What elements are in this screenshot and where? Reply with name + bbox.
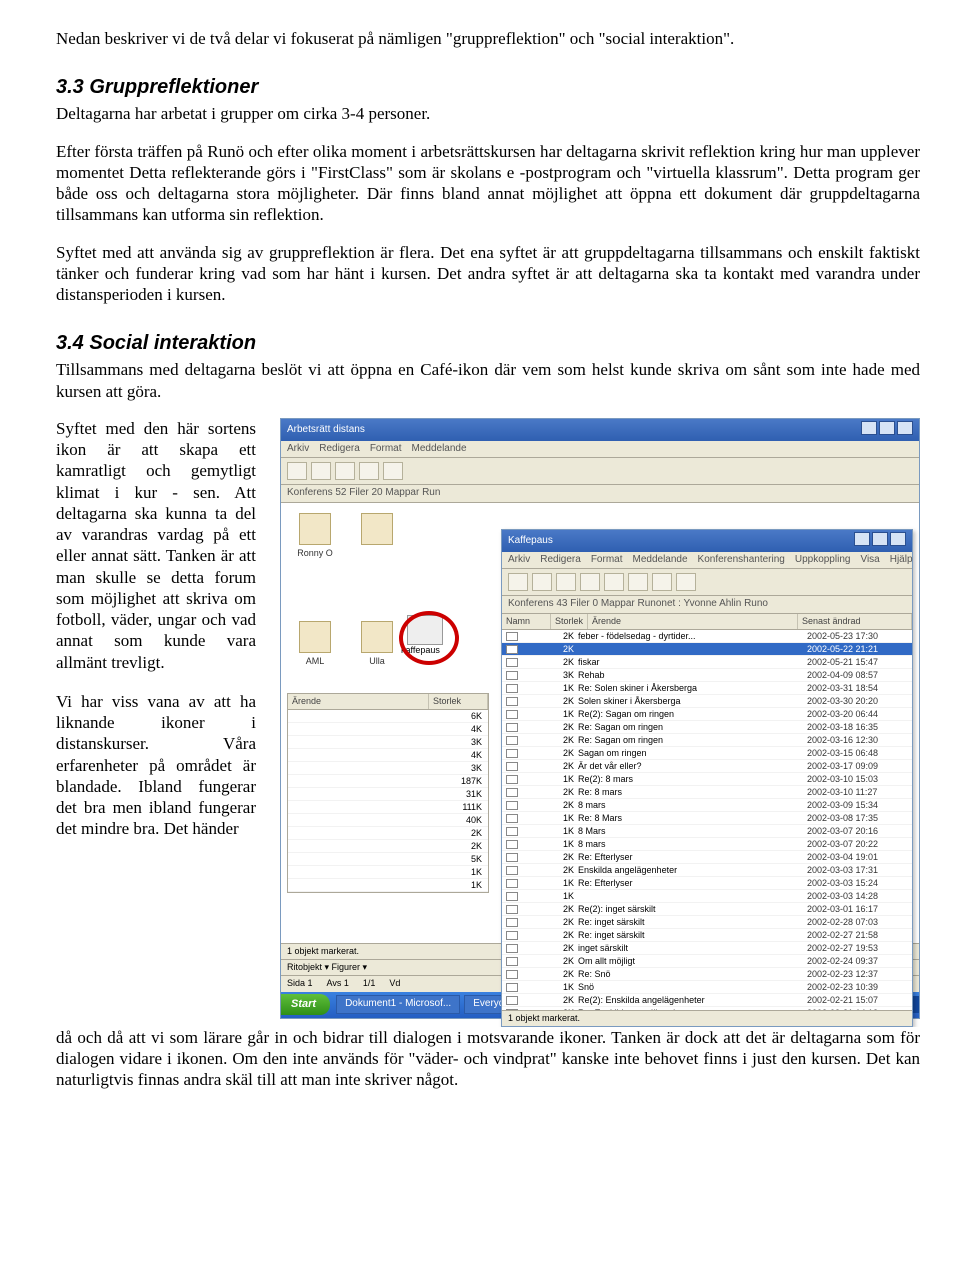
para-3-3b: Efter första träffen på Runö och efter o… [56, 141, 920, 226]
message-row[interactable]: 2KRe: inget särskilt2002-02-27 21:58 [502, 929, 912, 942]
inner-statusbar: 1 objekt markerat. [502, 1010, 912, 1026]
heading-3-4: 3.4 Social interaktion [56, 331, 920, 356]
message-row[interactable]: 2KRe: inget särskilt2002-02-28 07:03 [502, 916, 912, 929]
side-size-row: 2K [288, 840, 488, 853]
message-row[interactable]: 2KRe: Enskilda angelägenheter2002-02-21 … [502, 1007, 912, 1010]
message-row[interactable]: 2KÄr det vår eller?2002-03-17 09:09 [502, 760, 912, 773]
message-row[interactable]: 2K8 mars2002-03-09 15:34 [502, 799, 912, 812]
message-row[interactable]: 2KRe(2): Enskilda angelägenheter2002-02-… [502, 994, 912, 1007]
inner-toolbar[interactable] [502, 569, 912, 596]
message-row[interactable]: 2KRe: Sagan om ringen2002-03-16 12:30 [502, 734, 912, 747]
message-row[interactable]: 2KRe: Snö2002-02-23 12:37 [502, 968, 912, 981]
para-left-1: Syftet med den här sortens ikon är att s… [56, 418, 256, 673]
message-row[interactable]: 1K8 mars2002-03-07 20:22 [502, 838, 912, 851]
inner-conference-line: Konferens 43 Filer 0 Mappar Runonet : Yv… [502, 596, 912, 614]
outer-size-list: ÄrendeStorlek 6K4K3K4K3K187K31K111K40K2K… [287, 693, 489, 893]
kaffepaus-window: Kaffepaus ArkivRedigeraFormatMeddelandeK… [501, 529, 913, 1027]
message-row[interactable]: 1K2002-03-03 14:28 [502, 890, 912, 903]
message-list[interactable]: 2Kfeber - födelsedag - dyrtider...2002-0… [502, 630, 912, 1010]
side-size-row: 111K [288, 801, 488, 814]
message-row[interactable]: 1KRe: 8 Mars2002-03-08 17:35 [502, 812, 912, 825]
para-3-4b: då och då att vi som lärare går in och b… [56, 1027, 920, 1091]
message-row[interactable]: 2KRe(2): inget särskilt2002-03-01 16:17 [502, 903, 912, 916]
start-button[interactable]: Start [281, 994, 330, 1016]
message-row[interactable]: 2KRe: Efterlyser2002-03-04 19:01 [502, 851, 912, 864]
message-row[interactable]: 2KSagan om ringen2002-03-15 06:48 [502, 747, 912, 760]
message-row[interactable]: 1KRe: Solen skiner i Åkersberga2002-03-3… [502, 682, 912, 695]
folder-icon[interactable] [353, 513, 401, 608]
message-row[interactable]: 3KRehab2002-04-09 08:57 [502, 669, 912, 682]
red-circle-highlight [399, 611, 459, 665]
para-3-3c: Syftet med att använda sig av grupprefle… [56, 242, 920, 306]
side-size-row: 4K [288, 749, 488, 762]
side-size-row: 187K [288, 775, 488, 788]
side-size-row: 3K [288, 762, 488, 775]
message-row[interactable]: 1KSnö2002-02-23 10:39 [502, 981, 912, 994]
message-row[interactable]: 2Kfiskar2002-05-21 15:47 [502, 656, 912, 669]
message-row[interactable]: 2KRe: 8 mars2002-03-10 11:27 [502, 786, 912, 799]
message-row[interactable]: 2K2002-05-22 21:21 [502, 643, 912, 656]
outer-window-title: Arbetsrätt distans [287, 424, 365, 437]
side-size-row: 5K [288, 853, 488, 866]
intro-para: Nedan beskriver vi de två delar vi fokus… [56, 28, 920, 49]
para-left-2: Vi har viss vana av att ha liknande ikon… [56, 691, 256, 840]
outer-window-titlebar: Arbetsrätt distans [281, 419, 919, 441]
side-size-row: 2K [288, 827, 488, 840]
message-row[interactable]: 2Kinget särskilt2002-02-27 19:53 [502, 942, 912, 955]
side-size-row: 3K [288, 736, 488, 749]
message-row[interactable]: 1K8 Mars2002-03-07 20:16 [502, 825, 912, 838]
para-3-4a: Tillsammans med deltagarna beslöt vi att… [56, 359, 920, 402]
window-buttons[interactable] [852, 532, 906, 551]
message-row[interactable]: 2Kfeber - födelsedag - dyrtider...2002-0… [502, 630, 912, 643]
inner-window-title: Kaffepaus [508, 535, 553, 548]
side-size-row: 40K [288, 814, 488, 827]
message-list-header[interactable]: Namn Storlek Ärende Senast ändrad [502, 614, 912, 630]
outer-toolbar[interactable] [281, 458, 919, 485]
message-row[interactable]: 2KEnskilda angelägenheter2002-03-03 17:3… [502, 864, 912, 877]
para-3-3a: Deltagarna har arbetat i grupper om cirk… [56, 103, 920, 124]
message-row[interactable]: 1KRe(2): Sagan om ringen2002-03-20 06:44 [502, 708, 912, 721]
outer-menubar[interactable]: ArkivRedigeraFormatMeddelande [281, 441, 919, 459]
embedded-screenshot: Arbetsrätt distans ArkivRedigeraFormatMe… [280, 418, 920, 1019]
message-row[interactable]: 2KSolen skiner i Åkersberga2002-03-30 20… [502, 695, 912, 708]
taskbar-button[interactable]: Dokument1 - Microsof... [336, 995, 460, 1014]
side-size-row: 1K [288, 866, 488, 879]
side-size-row: 31K [288, 788, 488, 801]
message-row[interactable]: 1KRe: Efterlyser2002-03-03 15:24 [502, 877, 912, 890]
inner-menubar[interactable]: ArkivRedigeraFormatMeddelandeKonferensha… [502, 552, 912, 570]
window-buttons[interactable] [859, 421, 913, 440]
side-size-row: 4K [288, 723, 488, 736]
side-size-row: 6K [288, 710, 488, 723]
outer-conference-desktop: Ronny O AML Ulla Per Insändningsuppgifte… [281, 503, 919, 943]
message-row[interactable]: 2KRe: Sagan om ringen2002-03-18 16:35 [502, 721, 912, 734]
side-size-row: 1K [288, 879, 488, 892]
message-row[interactable]: 1KRe(2): 8 mars2002-03-10 15:03 [502, 773, 912, 786]
folder-icon[interactable]: Ronny O [291, 513, 339, 608]
heading-3-3: 3.3 Gruppreflektioner [56, 75, 920, 100]
message-row[interactable]: 2KOm allt möjligt2002-02-24 09:37 [502, 955, 912, 968]
outer-conference-line: Konferens 52 Filer 20 Mappar Run [281, 485, 919, 503]
